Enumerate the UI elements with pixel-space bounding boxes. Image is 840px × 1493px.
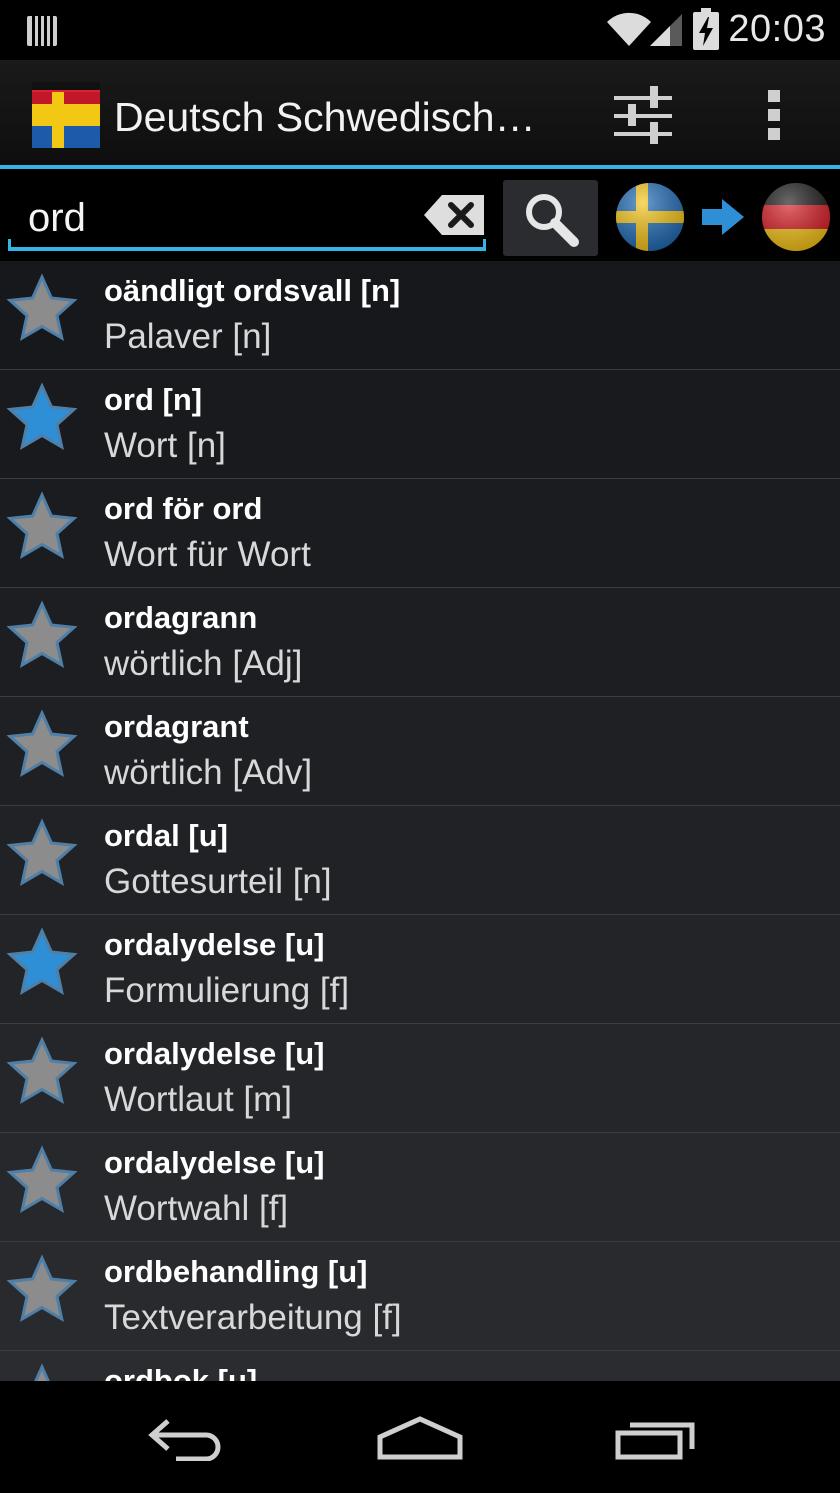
search-input[interactable]: [10, 183, 420, 253]
status-time: 20:03: [728, 8, 826, 50]
source-word: ordagrann: [104, 600, 258, 635]
favorite-star-icon[interactable]: [6, 1363, 78, 1381]
translation: Wort [n]: [104, 426, 226, 465]
list-item[interactable]: ordbok [u]: [0, 1351, 840, 1381]
favorite-star-icon[interactable]: [6, 1145, 78, 1217]
german-flag-icon[interactable]: [760, 181, 832, 253]
favorite-star-icon[interactable]: [6, 1254, 78, 1326]
battery-icon: [693, 8, 719, 50]
translation: Gottesurteil [n]: [104, 862, 332, 901]
translation: Wortwahl [f]: [104, 1189, 289, 1228]
swedish-flag-icon[interactable]: [614, 181, 686, 253]
list-item[interactable]: ordalydelse [u] Wortlaut [m]: [0, 1024, 840, 1133]
back-icon[interactable]: [146, 1415, 228, 1461]
result-list[interactable]: oändligt ordsvall [n] Palaver [n] ord [n] W…: [0, 261, 840, 1381]
direction-arrow-icon[interactable]: [700, 197, 746, 237]
search-icon: [526, 194, 579, 247]
search-button[interactable]: [503, 180, 598, 256]
source-word: ord för ord: [104, 491, 263, 526]
recent-apps-icon[interactable]: [614, 1415, 698, 1461]
list-item[interactable]: ordalydelse [u] Formulierung [f]: [0, 915, 840, 1024]
source-word: ordalydelse [u]: [104, 927, 325, 962]
notification-icon: [27, 12, 57, 46]
translation: wörtlich [Adv]: [104, 753, 313, 792]
search-underline: [8, 239, 486, 251]
list-item[interactable]: ordagrann wörtlich [Adj]: [0, 588, 840, 697]
favorite-star-icon[interactable]: [6, 491, 78, 563]
source-word: ordbehandling [u]: [104, 1254, 368, 1289]
source-word: oändligt ordsvall [n]: [104, 273, 401, 308]
translation: wörtlich [Adj]: [104, 644, 303, 683]
favorite-star-icon[interactable]: [6, 927, 78, 999]
list-item[interactable]: ord [n] Wort [n]: [0, 370, 840, 479]
source-word: ordagrant: [104, 709, 249, 744]
translation: Formulierung [f]: [104, 971, 350, 1010]
navigation-bar: [0, 1381, 840, 1493]
source-word: ordbok [u]: [104, 1363, 258, 1381]
list-item[interactable]: ordbehandling [u] Textverarbeitung [f]: [0, 1242, 840, 1351]
translation: Palaver [n]: [104, 317, 272, 356]
favorite-star-icon[interactable]: [6, 818, 78, 890]
favorite-star-icon[interactable]: [6, 709, 78, 781]
favorite-star-icon[interactable]: [6, 273, 78, 345]
source-word: ordalydelse [u]: [104, 1145, 325, 1180]
translation: Wort für Wort: [104, 535, 311, 574]
clear-text-icon[interactable]: [424, 193, 486, 237]
translation: Wortlaut [m]: [104, 1080, 293, 1119]
list-item[interactable]: oändligt ordsvall [n] Palaver [n]: [0, 261, 840, 370]
wifi-icon: [607, 12, 651, 46]
app-logo-icon[interactable]: [32, 82, 100, 148]
status-bar: 20:03: [0, 0, 840, 60]
list-item[interactable]: ordal [u] Gottesurteil [n]: [0, 806, 840, 915]
list-item[interactable]: ord för ord Wort für Wort: [0, 479, 840, 588]
settings-sliders-icon[interactable]: [612, 84, 674, 146]
list-item[interactable]: ordagrant wörtlich [Adv]: [0, 697, 840, 806]
overflow-menu-icon[interactable]: [766, 90, 782, 140]
action-bar: Deutsch Schwedisch…: [0, 60, 840, 169]
favorite-star-icon[interactable]: [6, 382, 78, 454]
source-word: ordalydelse [u]: [104, 1036, 325, 1071]
list-item[interactable]: ordalydelse [u] Wortwahl [f]: [0, 1133, 840, 1242]
source-word: ordal [u]: [104, 818, 228, 853]
source-word: ord [n]: [104, 382, 203, 417]
app-title: Deutsch Schwedisch…: [114, 94, 536, 140]
home-icon[interactable]: [376, 1415, 464, 1461]
search-bar: [0, 169, 840, 261]
cell-signal-icon: [650, 14, 682, 46]
translation: Textverarbeitung [f]: [104, 1298, 402, 1337]
favorite-star-icon[interactable]: [6, 600, 78, 672]
favorite-star-icon[interactable]: [6, 1036, 78, 1108]
